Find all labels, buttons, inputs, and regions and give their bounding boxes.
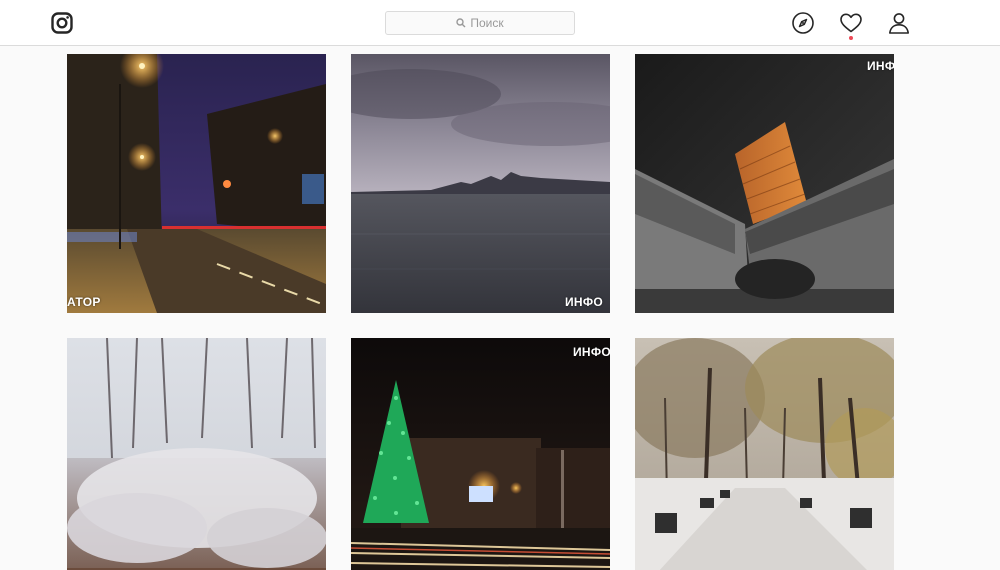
watermark-text: АТОР [67, 295, 101, 309]
night-street-image [67, 54, 326, 313]
user-icon[interactable] [887, 11, 911, 35]
post-thumbnail-snowy-park[interactable] [635, 338, 894, 570]
post-thumbnail-river-skyline[interactable]: ИНФО [351, 54, 610, 313]
heart-icon[interactable] [839, 11, 863, 35]
watermark-text: ИНФО [867, 59, 894, 73]
search-input[interactable]: Поиск [385, 11, 575, 35]
post-thumbnail-christmas-tree[interactable]: ИНФО [351, 338, 610, 570]
post-thumbnail-orange-tower[interactable]: ИНФО [635, 54, 894, 313]
notification-dot [849, 36, 853, 40]
snowy-park-image [635, 338, 894, 570]
orange-tower-image [635, 54, 894, 313]
search-icon [456, 18, 466, 28]
river-skyline-image [351, 54, 610, 313]
watermark-text: ИНФО [565, 295, 604, 309]
search-placeholder: Поиск [470, 16, 504, 30]
frosted-plants-image [67, 338, 326, 570]
instagram-logo-icon[interactable] [51, 12, 73, 34]
watermark-text: ИНФО [573, 345, 610, 359]
post-thumbnail-night-street[interactable]: АТОР [67, 54, 326, 313]
christmas-tree-image [351, 338, 610, 570]
post-thumbnail-frosted-plants[interactable] [67, 338, 326, 570]
top-navigation-bar: Поиск [0, 0, 1000, 46]
compass-icon[interactable] [791, 11, 815, 35]
